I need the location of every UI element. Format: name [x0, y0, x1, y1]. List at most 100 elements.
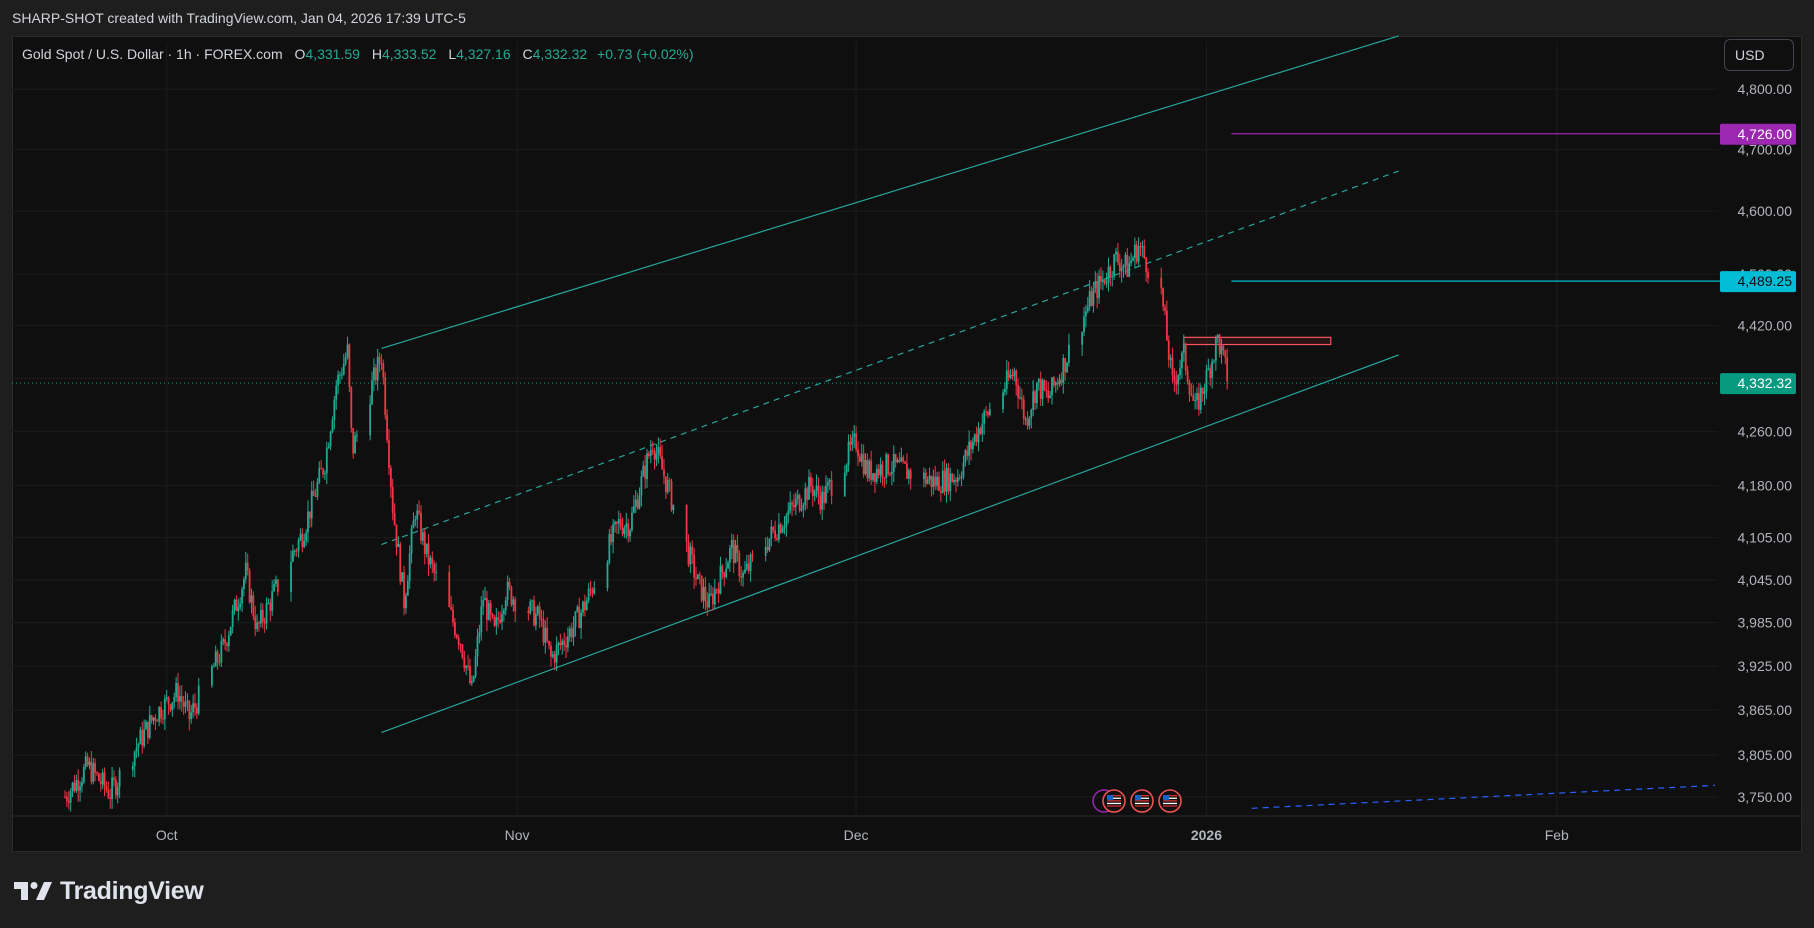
candle-body[interactable] — [212, 666, 215, 668]
candle-body[interactable] — [1207, 368, 1210, 370]
candle-body[interactable] — [1017, 385, 1019, 398]
candle-body[interactable] — [612, 524, 615, 543]
candle-body[interactable] — [966, 450, 969, 456]
candle-body[interactable] — [244, 562, 247, 580]
candle-body[interactable] — [582, 601, 584, 613]
candle-body[interactable] — [152, 717, 155, 721]
candle-body[interactable] — [825, 485, 827, 503]
candle-body[interactable] — [806, 488, 809, 500]
candle-body[interactable] — [1088, 291, 1091, 307]
candle-body[interactable] — [936, 476, 938, 486]
candle-body[interactable] — [813, 490, 816, 496]
candle-body[interactable] — [146, 721, 149, 738]
candle-body[interactable] — [785, 515, 788, 526]
candle-body[interactable] — [870, 460, 873, 480]
candle-body[interactable] — [881, 464, 884, 478]
candle-body[interactable] — [710, 593, 712, 595]
candle-body[interactable] — [397, 543, 400, 548]
candle-body[interactable] — [310, 490, 313, 519]
candle-body[interactable] — [983, 411, 986, 424]
candle-body[interactable] — [638, 495, 641, 509]
candle-body[interactable] — [853, 433, 856, 437]
candle-body[interactable] — [1028, 417, 1031, 426]
candle-body[interactable] — [930, 475, 933, 487]
candle-body[interactable] — [551, 654, 554, 657]
candle-body[interactable] — [1164, 306, 1166, 311]
candle-body[interactable] — [98, 773, 100, 781]
candle-body[interactable] — [188, 700, 191, 720]
candle-body[interactable] — [811, 486, 814, 496]
candle-body[interactable] — [580, 612, 582, 628]
candle-body[interactable] — [182, 701, 185, 707]
candle-body[interactable] — [248, 570, 251, 603]
candle-body[interactable] — [510, 586, 513, 605]
candle-body[interactable] — [615, 521, 618, 524]
candle-body[interactable] — [148, 715, 151, 738]
candle-body[interactable] — [627, 523, 630, 537]
candle-body[interactable] — [1024, 418, 1027, 420]
candle-body[interactable] — [977, 428, 980, 442]
candle-body[interactable] — [928, 475, 931, 480]
candle-body[interactable] — [787, 510, 790, 516]
candle-body[interactable] — [1005, 370, 1008, 389]
candle-body[interactable] — [734, 545, 737, 563]
candle-body[interactable] — [1194, 400, 1197, 402]
candle-body[interactable] — [308, 511, 311, 519]
candle-body[interactable] — [69, 791, 72, 803]
candle-body[interactable] — [491, 614, 494, 617]
candle-body[interactable] — [254, 616, 257, 630]
candle-body[interactable] — [1173, 375, 1176, 381]
candle-body[interactable] — [664, 476, 667, 493]
candle-body[interactable] — [459, 644, 462, 646]
candle-body[interactable] — [534, 613, 537, 626]
candle-body[interactable] — [540, 618, 543, 620]
candle-body[interactable] — [177, 683, 179, 702]
candle-body[interactable] — [736, 545, 739, 553]
candle-body[interactable] — [796, 494, 799, 499]
candle-body[interactable] — [956, 477, 959, 482]
candle-body[interactable] — [568, 628, 571, 637]
candle-body[interactable] — [222, 639, 225, 642]
candle-body[interactable] — [742, 572, 744, 578]
candle-body[interactable] — [1171, 357, 1174, 376]
candle-body[interactable] — [934, 476, 937, 486]
candle-body[interactable] — [79, 786, 81, 791]
candle-body[interactable] — [740, 576, 743, 578]
candle-body[interactable] — [229, 626, 232, 636]
candle-body[interactable] — [855, 433, 857, 450]
candle-body[interactable] — [823, 491, 825, 503]
candle-body[interactable] — [964, 450, 967, 463]
candle-body[interactable] — [625, 523, 628, 528]
candle-body[interactable] — [1162, 287, 1165, 307]
candle-body[interactable] — [538, 606, 541, 619]
candle-body[interactable] — [772, 526, 775, 531]
candle-body[interactable] — [453, 622, 456, 636]
candle-body[interactable] — [849, 441, 852, 445]
candle-body[interactable] — [109, 797, 112, 799]
candle-body[interactable] — [1122, 265, 1125, 268]
candle-body[interactable] — [486, 598, 488, 620]
candle-body[interactable] — [623, 527, 626, 534]
candle-body[interactable] — [1100, 275, 1102, 282]
channel-lower-line[interactable] — [381, 354, 1399, 734]
candle-body[interactable] — [476, 636, 479, 657]
candle-body[interactable] — [480, 606, 483, 633]
candle-body[interactable] — [211, 666, 213, 686]
candle-body[interactable] — [293, 550, 296, 552]
candle-body[interactable] — [608, 534, 611, 563]
candle-body[interactable] — [352, 428, 355, 454]
candle-body[interactable] — [1130, 260, 1132, 264]
candle-body[interactable] — [82, 767, 85, 783]
candle-body[interactable] — [325, 447, 328, 474]
candle-body[interactable] — [101, 772, 104, 785]
candle-body[interactable] — [1224, 350, 1227, 358]
price-chart[interactable]: 4,800.004,700.004,600.004,500.004,420.00… — [0, 0, 1814, 928]
candle-body[interactable] — [804, 488, 807, 505]
candle-body[interactable] — [955, 479, 957, 482]
candle-body[interactable] — [92, 763, 95, 782]
candle-body[interactable] — [1216, 334, 1219, 338]
candle-body[interactable] — [493, 616, 496, 626]
candle-body[interactable] — [939, 491, 942, 493]
candle-body[interactable] — [1135, 244, 1138, 262]
candle-body[interactable] — [1196, 393, 1198, 401]
